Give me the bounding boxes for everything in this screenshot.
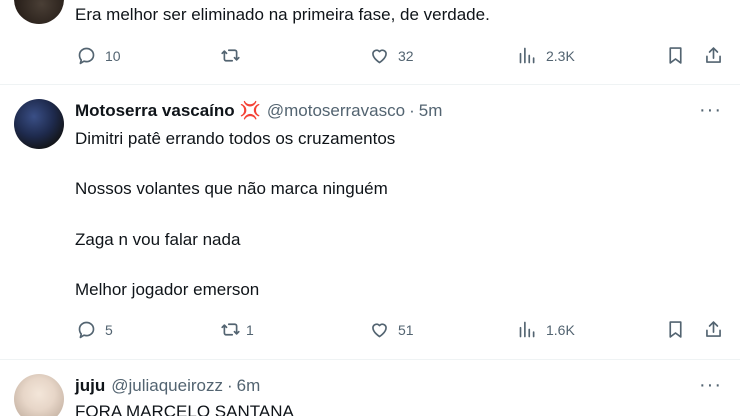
tweet-3[interactable]: juju @juliaqueirozz · 6m ··· FORA MARCEL… [0,360,740,416]
bookmark-icon [669,321,682,338]
user-handle[interactable]: @juliaqueirozz [111,376,223,396]
views-icon [519,321,535,338]
reply-icon [78,321,95,339]
views-count: 2.3K [546,47,575,64]
tweet-text-line: Melhor jogador emerson [75,280,260,299]
avatar[interactable] [14,0,64,24]
tweet-2[interactable]: Motoserra vascaíno 💢 @motoserravasco · 5… [0,85,740,355]
tweet-text-line: Nossos volantes que não marca ninguém [75,179,388,198]
share-icon [706,321,721,337]
retweet-button[interactable] [220,45,241,66]
views-button[interactable]: 1.6K [517,319,575,340]
display-name[interactable]: juju [75,376,105,396]
views-count: 1.6K [546,321,575,338]
user-handle[interactable]: @motoserravasco [267,101,405,121]
tweet-text-line: FORA MARCELO SANTANA [75,402,294,416]
tweet-text: Era melhor ser eliminado na primeira fas… [75,5,490,24]
heart-icon [372,49,387,64]
reply-button[interactable]: 5 [76,319,113,340]
tweet-header: Motoserra vascaíno 💢 @motoserravasco · 5… [75,101,442,121]
views-icon [519,47,535,64]
display-name[interactable]: Motoserra vascaíno [75,101,235,121]
reply-button[interactable]: 10 [76,45,121,66]
separator: · [409,101,415,120]
tweet-text-line: Zaga n vou falar nada [75,230,241,249]
retweet-icon [221,49,240,62]
more-options-icon[interactable]: ··· [699,374,722,397]
share-icon [706,47,721,63]
views-button[interactable]: 2.3K [517,45,575,66]
bookmark-button[interactable] [665,319,686,340]
tweet-header: juju @juliaqueirozz · 6m [75,376,260,396]
share-button[interactable] [703,319,724,340]
bookmark-icon [669,47,682,64]
like-button[interactable]: 32 [369,45,414,66]
bookmark-button[interactable] [665,45,686,66]
retweet-icon [221,323,240,336]
like-count: 51 [398,321,414,338]
retweet-button[interactable]: 1 [220,319,254,340]
reply-count: 10 [105,47,121,64]
anger-emoji-icon: 💢 [239,101,261,120]
like-count: 32 [398,47,414,64]
like-button[interactable]: 51 [369,319,414,340]
tweet-text-line: Dimitri patê errando todos os cruzamento… [75,129,396,148]
more-options-icon[interactable]: ··· [699,99,722,122]
heart-icon [372,323,387,338]
tweet-1[interactable]: Era melhor ser eliminado na primeira fas… [0,0,740,84]
separator: · [226,376,233,395]
avatar[interactable] [14,374,64,416]
timestamp[interactable]: 5m [419,101,443,121]
timestamp[interactable]: 6m [237,376,261,396]
avatar[interactable] [14,99,64,149]
share-button[interactable] [703,45,724,66]
reply-count: 5 [105,321,113,338]
retweet-count: 1 [246,321,254,338]
reply-icon [78,47,95,65]
